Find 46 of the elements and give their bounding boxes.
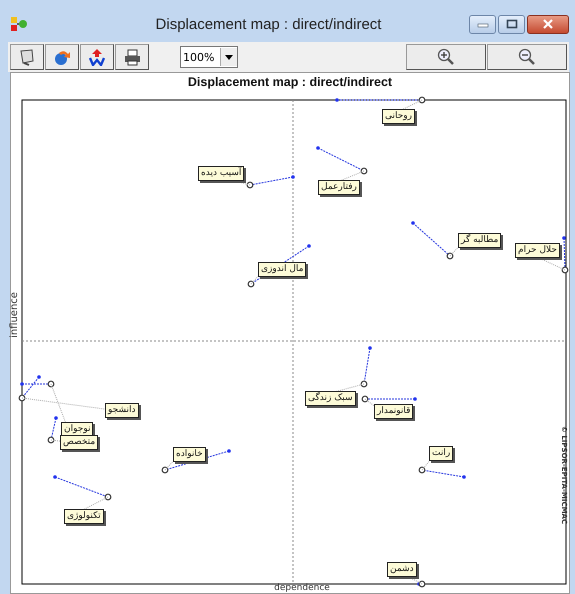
map-title: Displacement map : direct/indirect <box>186 75 394 89</box>
monitor-icon <box>18 48 36 66</box>
maximize-icon <box>506 19 518 29</box>
zoom-out-button[interactable] <box>487 44 567 70</box>
refresh-button[interactable] <box>45 44 79 70</box>
variable-label: متخصص <box>60 435 98 450</box>
displacement-line <box>246 175 295 188</box>
displacement-line <box>53 475 112 500</box>
y-axis-label: influence <box>9 292 20 338</box>
variable-label: تکنولوژی <box>64 509 104 524</box>
x-axis-label: dependence <box>274 583 330 593</box>
print-button[interactable] <box>115 44 149 70</box>
variable-label: قانونمدار <box>374 404 414 419</box>
displacement-line <box>411 221 454 260</box>
variable-label: رانت <box>429 446 454 461</box>
variable-label: مطالبه گر <box>458 233 502 248</box>
minimize-button[interactable] <box>469 14 496 34</box>
variable-label: خانواده <box>173 447 206 462</box>
w-arrow-icon <box>88 48 106 66</box>
app-icon <box>10 15 28 33</box>
variable-label: رفتارعمل <box>318 180 360 195</box>
zoom-in-icon <box>437 48 455 66</box>
displacement-line <box>418 466 466 479</box>
displacement-line <box>362 396 417 402</box>
close-icon <box>542 19 554 29</box>
variable-label: مال اندوزی <box>258 262 306 277</box>
copy-button[interactable] <box>10 44 44 70</box>
variable-label: روحانی <box>382 109 416 124</box>
variable-label: دانشجو <box>105 403 139 418</box>
globe-arrow-icon <box>53 48 71 66</box>
zoom-in-button[interactable] <box>406 44 486 70</box>
variable-label: آسیب دیده <box>198 166 244 181</box>
close-button[interactable] <box>527 14 569 34</box>
export-button[interactable] <box>80 44 114 70</box>
window-title: Displacement map : direct/indirect <box>154 16 382 32</box>
variable-label: حلال حرام <box>515 243 560 258</box>
displacement-line <box>316 146 368 174</box>
caret-icon <box>225 54 234 60</box>
variable-label: سبک زندگی <box>305 391 356 406</box>
zoom-dropdown[interactable]: 100% <box>180 46 238 68</box>
variable-label: دشمن <box>387 562 417 577</box>
printer-icon <box>123 48 141 66</box>
displacement-line <box>360 346 372 388</box>
zoom-out-icon <box>518 48 536 66</box>
displacement-line <box>48 416 58 444</box>
maximize-button[interactable] <box>498 14 525 34</box>
